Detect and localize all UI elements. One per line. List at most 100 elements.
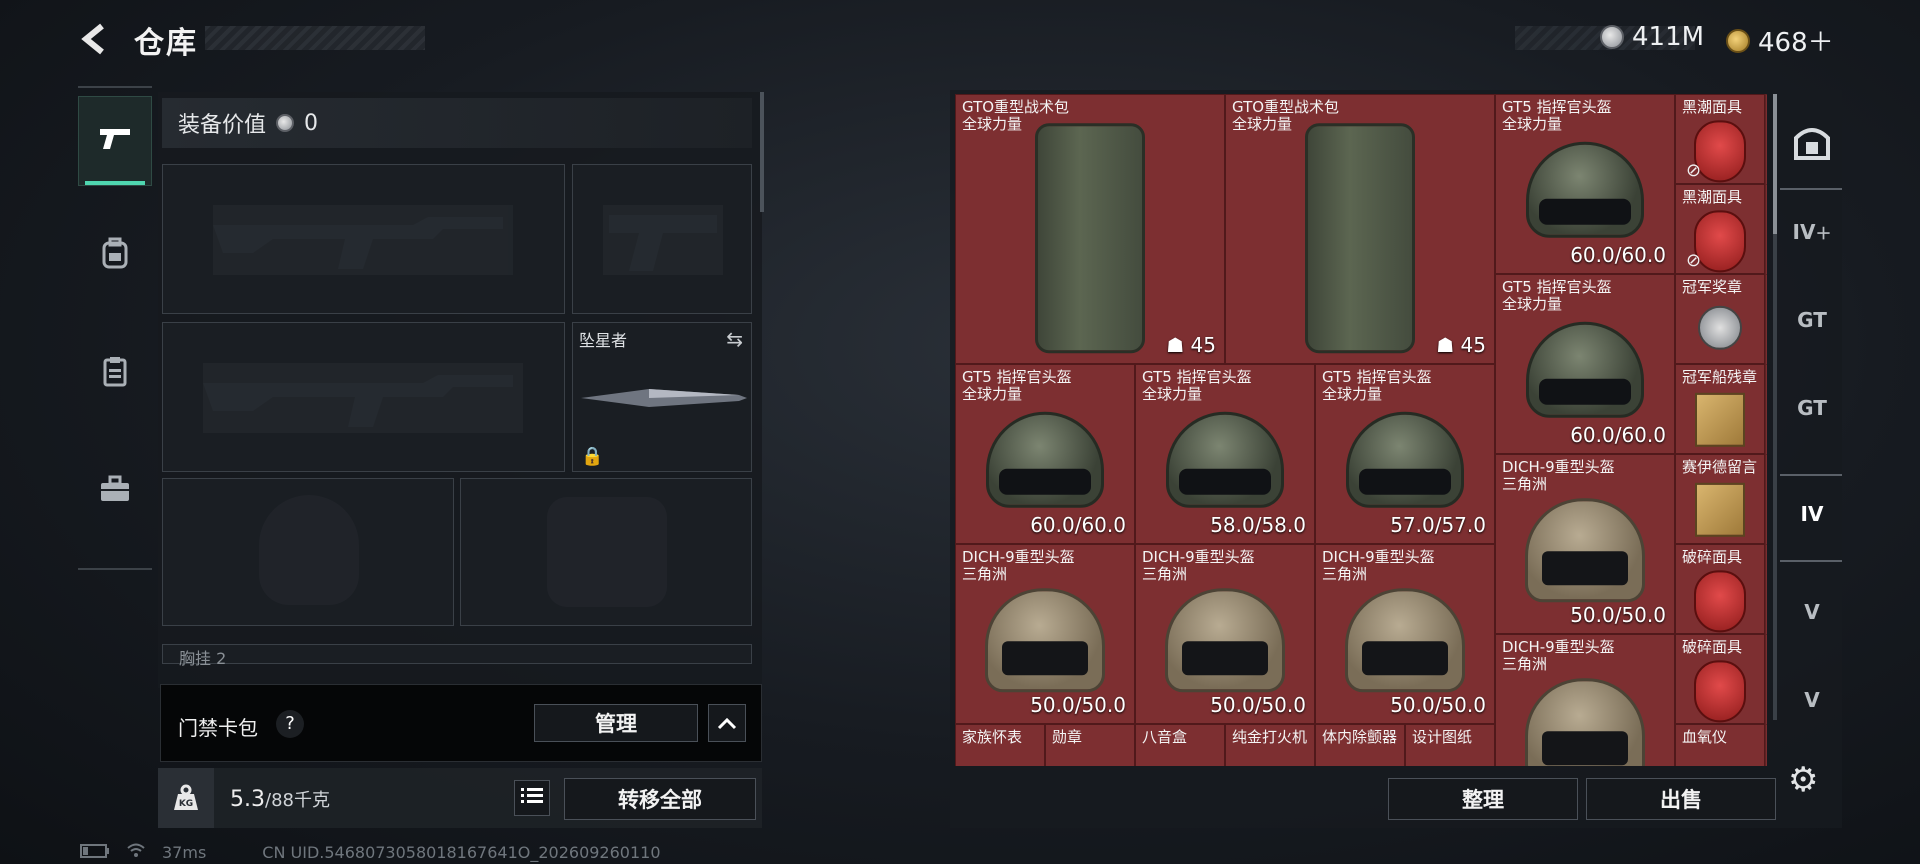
item-faction: 三角洲 xyxy=(1502,475,1548,493)
inventory-item-helmet[interactable]: DICH-9重型头盔 三角洲 xyxy=(1495,634,1675,766)
item-name: 破碎面具 xyxy=(1682,638,1743,656)
weight-icon: KG xyxy=(158,768,214,828)
lock-icon: 🔒 xyxy=(581,446,604,467)
storage-tab-3[interactable]: GT xyxy=(1784,380,1840,436)
chest-rig-label: 胸挂 xyxy=(179,649,212,668)
helmet-icon xyxy=(985,588,1105,693)
inventory-item-music-box[interactable]: 八音盒 xyxy=(1135,724,1225,766)
safe-box-tab[interactable] xyxy=(1784,116,1840,172)
inventory-item-backpack[interactable]: GTO重型战术包 全球力量 ☗ 45 xyxy=(955,94,1225,364)
storage-tab-label: GT xyxy=(1797,396,1827,420)
nav-backpack[interactable] xyxy=(78,212,152,302)
user-id: CN UID.5468073058018167641O_202609260110 xyxy=(262,842,661,862)
chest-rig-slot[interactable]: 胸挂 2 xyxy=(162,644,752,668)
backpack-icon xyxy=(1035,123,1145,354)
inventory-item-mask[interactable]: 破碎面具 xyxy=(1675,634,1765,724)
item-name: GT5 指挥官头盔 xyxy=(1142,368,1252,386)
inventory-scrollbar[interactable] xyxy=(1773,94,1777,720)
inventory-scroll-thumb[interactable] xyxy=(1773,94,1777,234)
rifle-silhouette-icon xyxy=(203,363,523,433)
item-count: ☗ 45 xyxy=(1436,333,1486,357)
clipboard-icon xyxy=(102,355,128,395)
mask-icon xyxy=(1694,660,1746,723)
inventory-item-helmet[interactable]: DICH-9重型头盔 三角洲 50.0/50.0 xyxy=(1315,544,1495,724)
item-name: DICH-9重型头盔 xyxy=(1322,548,1435,566)
helmet-slot[interactable] xyxy=(162,478,454,626)
item-faction: 三角洲 xyxy=(962,565,1008,583)
item-faction: 全球力量 xyxy=(1142,385,1203,403)
item-durability: 50.0/50.0 xyxy=(1390,693,1486,717)
inventory-item-note[interactable]: 赛伊德留言 xyxy=(1675,454,1765,544)
gold-currency[interactable]: 468＋ xyxy=(1726,22,1834,59)
inventory-item-helmet[interactable]: GT5 指挥官头盔 全球力量 60.0/60.0 xyxy=(955,364,1135,544)
item-count: ☗ 45 xyxy=(1166,333,1216,357)
nav-weapons[interactable] xyxy=(78,96,152,186)
inventory-item-defibrillator[interactable]: 体内除颤器 xyxy=(1315,724,1405,766)
chest-rig-count: 2 xyxy=(216,649,227,668)
list-view-button[interactable] xyxy=(514,780,550,816)
expand-button[interactable] xyxy=(708,704,746,742)
inventory-item-medal[interactable]: 冠军奖章 xyxy=(1675,274,1765,364)
inventory-item-blueprint[interactable]: 设计图纸 xyxy=(1405,724,1495,766)
inventory-item-helmet[interactable]: GT5 指挥官头盔 全球力量 57.0/57.0 xyxy=(1315,364,1495,544)
storage-tab-1[interactable]: IV ＋ xyxy=(1784,204,1840,260)
gear-icon[interactable]: ⚙ xyxy=(1788,760,1818,800)
helmet-icon xyxy=(986,411,1104,508)
inventory-item-helmet[interactable]: DICH-9重型头盔 三角洲 50.0/50.0 xyxy=(955,544,1135,724)
sidearm-slot[interactable] xyxy=(572,164,752,314)
inventory-item-helmet[interactable]: GT5 指挥官头盔 全球力量 58.0/58.0 xyxy=(1135,364,1315,544)
inventory-item-mask[interactable]: 破碎面具 xyxy=(1675,544,1765,634)
inventory-item-medal[interactable]: 勋章 xyxy=(1045,724,1135,766)
inventory-item-mask[interactable]: 黑潮面具 ⊘ xyxy=(1675,184,1765,274)
melee-slot[interactable]: 坠星者 ⇆ 🔒 xyxy=(572,322,752,472)
no-insure-icon: ⊘ xyxy=(1686,160,1702,181)
nav-case[interactable] xyxy=(78,448,152,538)
equipment-scrollbar[interactable] xyxy=(760,92,764,212)
inventory-item-mask[interactable]: 黑潮面具 ⊘ xyxy=(1675,94,1765,184)
back-arrow-icon[interactable] xyxy=(78,22,112,56)
inventory-item-helmet[interactable]: DICH-9重型头盔 三角洲 50.0/50.0 xyxy=(1495,454,1675,634)
inventory-item-helmet[interactable]: GT5 指挥官头盔 全球力量 60.0/60.0 xyxy=(1495,94,1675,274)
sort-button[interactable]: 整理 xyxy=(1388,778,1578,820)
inventory-item-badge[interactable]: 冠军船残章 xyxy=(1675,364,1765,454)
inventory-item-oximeter[interactable]: 血氧仪 xyxy=(1675,724,1765,766)
storage-tab-2[interactable]: GT xyxy=(1784,292,1840,348)
help-icon[interactable]: ? xyxy=(276,710,304,738)
item-durability: 60.0/60.0 xyxy=(1570,423,1666,447)
item-faction: 三角洲 xyxy=(1502,655,1548,673)
add-icon: ＋ xyxy=(1815,224,1832,243)
backpack-icon xyxy=(101,237,129,277)
transfer-all-button[interactable]: 转移全部 xyxy=(564,778,756,820)
item-durability: 50.0/50.0 xyxy=(1570,603,1666,627)
item-name: DICH-9重型头盔 xyxy=(1502,458,1615,476)
medal-icon xyxy=(1698,305,1742,350)
secondary-weapon-slot[interactable] xyxy=(162,322,565,472)
storage-tab-4[interactable]: IV xyxy=(1784,486,1840,542)
item-count-value: 45 xyxy=(1460,333,1486,357)
inventory-item-lighter[interactable]: 纯金打火机 xyxy=(1225,724,1315,766)
helmet-silhouette-icon xyxy=(259,495,359,605)
item-faction: 三角洲 xyxy=(1142,565,1188,583)
item-faction: 全球力量 xyxy=(962,385,1023,403)
item-name: 体内除颤器 xyxy=(1322,728,1398,746)
inventory-item-helmet[interactable]: GT5 指挥官头盔 全球力量 60.0/60.0 xyxy=(1495,274,1675,454)
inventory-item-watch[interactable]: 家族怀表 xyxy=(955,724,1045,766)
storage-tab-label: GT xyxy=(1797,308,1827,332)
manage-button[interactable]: 管理 xyxy=(534,704,698,742)
storage-tab-6[interactable]: V xyxy=(1784,672,1840,728)
storage-tab-5[interactable]: V xyxy=(1784,584,1840,640)
item-name: GT5 指挥官头盔 xyxy=(1502,278,1612,296)
item-name: 黑潮面具 xyxy=(1682,188,1743,206)
equipment-value-label: 装备价值 xyxy=(178,113,267,138)
armor-slot[interactable] xyxy=(460,478,752,626)
no-insure-icon: ⊘ xyxy=(1686,250,1702,271)
inventory-item-helmet[interactable]: DICH-9重型头盔 三角洲 50.0/50.0 xyxy=(1135,544,1315,724)
tab-divider xyxy=(1780,188,1842,190)
swap-icon[interactable]: ⇆ xyxy=(726,327,743,351)
item-durability: 60.0/60.0 xyxy=(1570,243,1666,267)
nav-rig[interactable] xyxy=(78,330,152,420)
primary-weapon-slot[interactable] xyxy=(162,164,565,314)
sell-button[interactable]: 出售 xyxy=(1586,778,1776,820)
inventory-item-backpack[interactable]: GTO重型战术包 全球力量 ☗ 45 xyxy=(1225,94,1495,364)
silver-currency: 411M xyxy=(1600,22,1704,52)
